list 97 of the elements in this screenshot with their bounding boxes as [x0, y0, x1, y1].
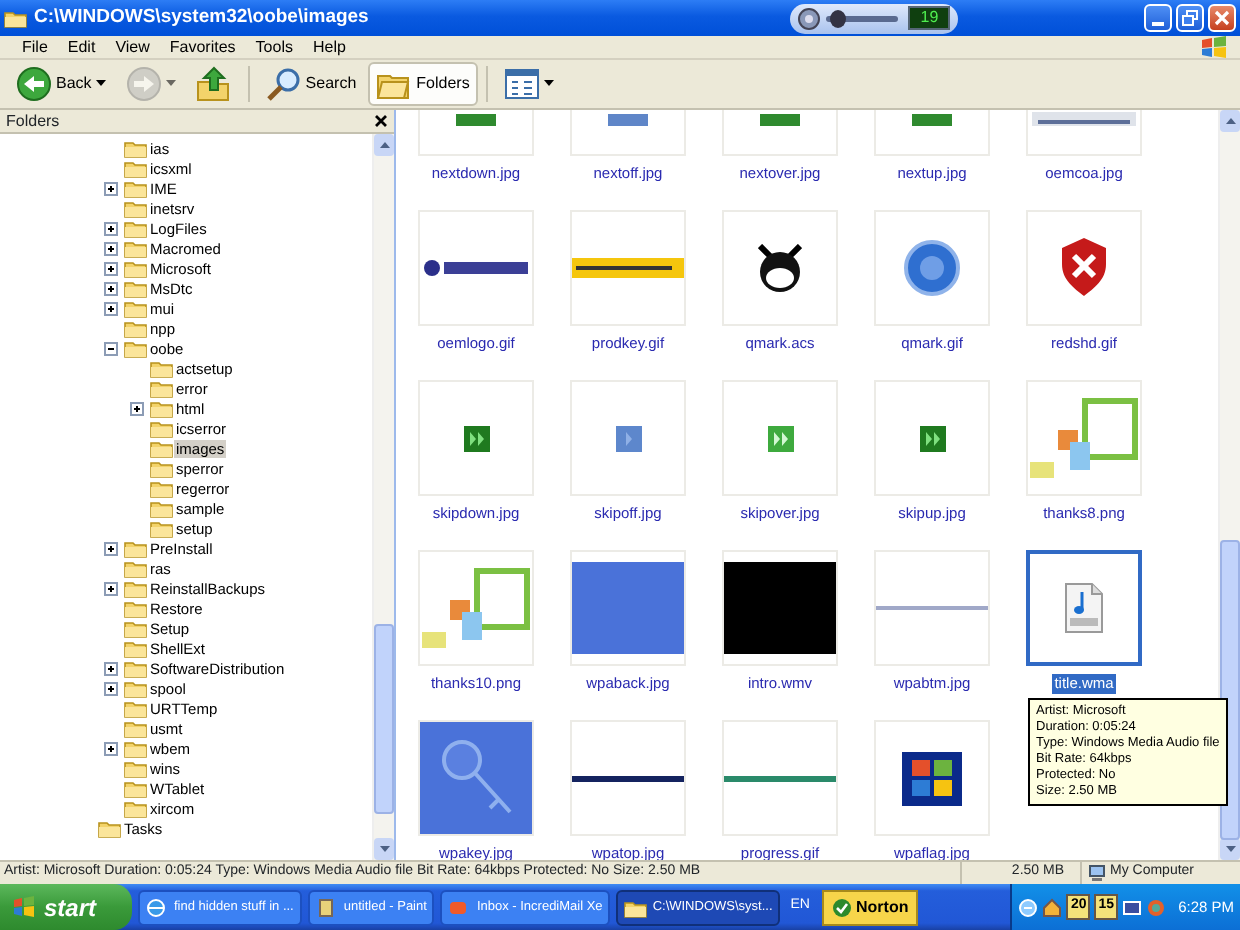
scroll-up-icon[interactable]	[379, 142, 389, 148]
expand-icon[interactable]	[104, 581, 118, 595]
folder-icon	[124, 638, 148, 658]
track-display: 19	[908, 6, 951, 30]
folder-icon	[124, 658, 148, 678]
windows-logo-icon	[1200, 36, 1228, 58]
globe-icon	[146, 897, 170, 917]
views-icon	[503, 66, 540, 102]
computer-icon	[1088, 864, 1106, 882]
slider-thumb[interactable]	[829, 9, 846, 27]
folder-icon	[124, 618, 148, 638]
folder-icon	[124, 158, 148, 178]
folder-icon	[124, 318, 148, 338]
forward-icon	[125, 66, 162, 102]
minimize-button[interactable]	[1143, 4, 1172, 32]
start-button[interactable]: start	[0, 884, 132, 930]
search-icon	[265, 66, 302, 102]
folder-icon	[124, 178, 148, 198]
close-icon	[1213, 10, 1230, 26]
menu-item[interactable]: Edit	[57, 36, 106, 58]
expand-icon[interactable]	[104, 541, 118, 555]
audio-file-icon	[1064, 582, 1104, 634]
expand-icon[interactable]	[104, 241, 118, 255]
folder-icon	[150, 398, 174, 418]
folder-icon	[124, 578, 148, 598]
scroll-thumb[interactable]	[374, 624, 394, 814]
folder-icon	[124, 298, 148, 318]
caret-icon	[165, 80, 176, 88]
folder-icon	[124, 598, 148, 618]
back-button[interactable]: Back	[8, 62, 114, 106]
folder-icon	[124, 698, 148, 718]
folder-icon	[124, 778, 148, 798]
restore-icon	[1181, 10, 1198, 26]
folder-icon	[124, 258, 148, 278]
menu-item[interactable]: Favorites	[159, 36, 246, 58]
caret-icon	[543, 80, 554, 88]
folder-icon	[124, 138, 148, 158]
knob-icon[interactable]	[798, 7, 821, 29]
expand-icon[interactable]	[104, 221, 118, 235]
folder-icon	[124, 538, 148, 558]
folder-icon	[124, 798, 148, 818]
expand-icon[interactable]	[104, 181, 118, 195]
scroll-down-icon[interactable]	[1225, 846, 1235, 852]
tray-icon[interactable]	[1042, 897, 1063, 917]
folder-icon	[150, 458, 174, 478]
minimize-icon	[1151, 22, 1164, 26]
expand-icon[interactable]	[104, 661, 118, 675]
folder-icon	[150, 498, 174, 518]
scrollbar[interactable]	[1218, 110, 1240, 860]
thumbnail-frame[interactable]	[1026, 550, 1142, 666]
folder-icon	[124, 738, 148, 758]
folder-icon	[124, 758, 148, 778]
window-title: C:\WINDOWS\system32\oobe\images	[34, 3, 369, 32]
folders-button[interactable]: Folders	[368, 62, 478, 106]
restore-button[interactable]	[1175, 4, 1204, 32]
folder-icon	[150, 478, 174, 498]
norton-button[interactable]: Norton	[822, 889, 919, 925]
folder-icon	[124, 198, 148, 218]
folder-icon	[124, 338, 148, 358]
caret-icon	[95, 80, 106, 88]
search-button[interactable]: Search	[257, 62, 365, 106]
folder-icon	[124, 718, 148, 738]
expand-icon[interactable]	[104, 741, 118, 755]
check-icon	[832, 897, 852, 917]
expand-icon[interactable]	[104, 301, 118, 315]
menu-item[interactable]: Tools	[245, 36, 303, 58]
close-icon[interactable]	[374, 114, 388, 128]
collapse-icon[interactable]	[104, 341, 118, 355]
expand-icon[interactable]	[104, 681, 118, 695]
pane-title: Folders	[6, 109, 60, 133]
folder-icon	[150, 438, 174, 458]
expand-icon[interactable]	[130, 401, 144, 415]
menu-item[interactable]: File	[12, 36, 58, 58]
folder-icon	[150, 358, 174, 378]
folder-icon	[124, 558, 148, 578]
folder-icon	[124, 238, 148, 258]
expand-icon[interactable]	[104, 281, 118, 295]
menu-item[interactable]: Help	[302, 36, 356, 58]
volume-slider[interactable]	[826, 15, 899, 21]
folder-icon	[4, 7, 28, 29]
folder-icon	[124, 278, 148, 298]
windows-logo-icon	[12, 896, 36, 918]
folder-icon	[150, 418, 174, 438]
folder-icon	[624, 897, 649, 917]
folder-icon	[124, 678, 148, 698]
scrollbar[interactable]	[372, 134, 394, 860]
up-folder-icon	[195, 66, 232, 102]
back-icon	[16, 66, 52, 102]
expand-icon[interactable]	[104, 261, 118, 275]
folder-icon	[150, 378, 174, 398]
folder-icon	[124, 218, 148, 238]
menu-item[interactable]: View	[105, 36, 160, 58]
folder-icon	[150, 518, 174, 538]
folder-icon	[98, 818, 122, 838]
close-button[interactable]	[1207, 4, 1236, 32]
scroll-up-icon[interactable]	[1225, 118, 1235, 124]
scroll-down-icon[interactable]	[379, 846, 389, 852]
